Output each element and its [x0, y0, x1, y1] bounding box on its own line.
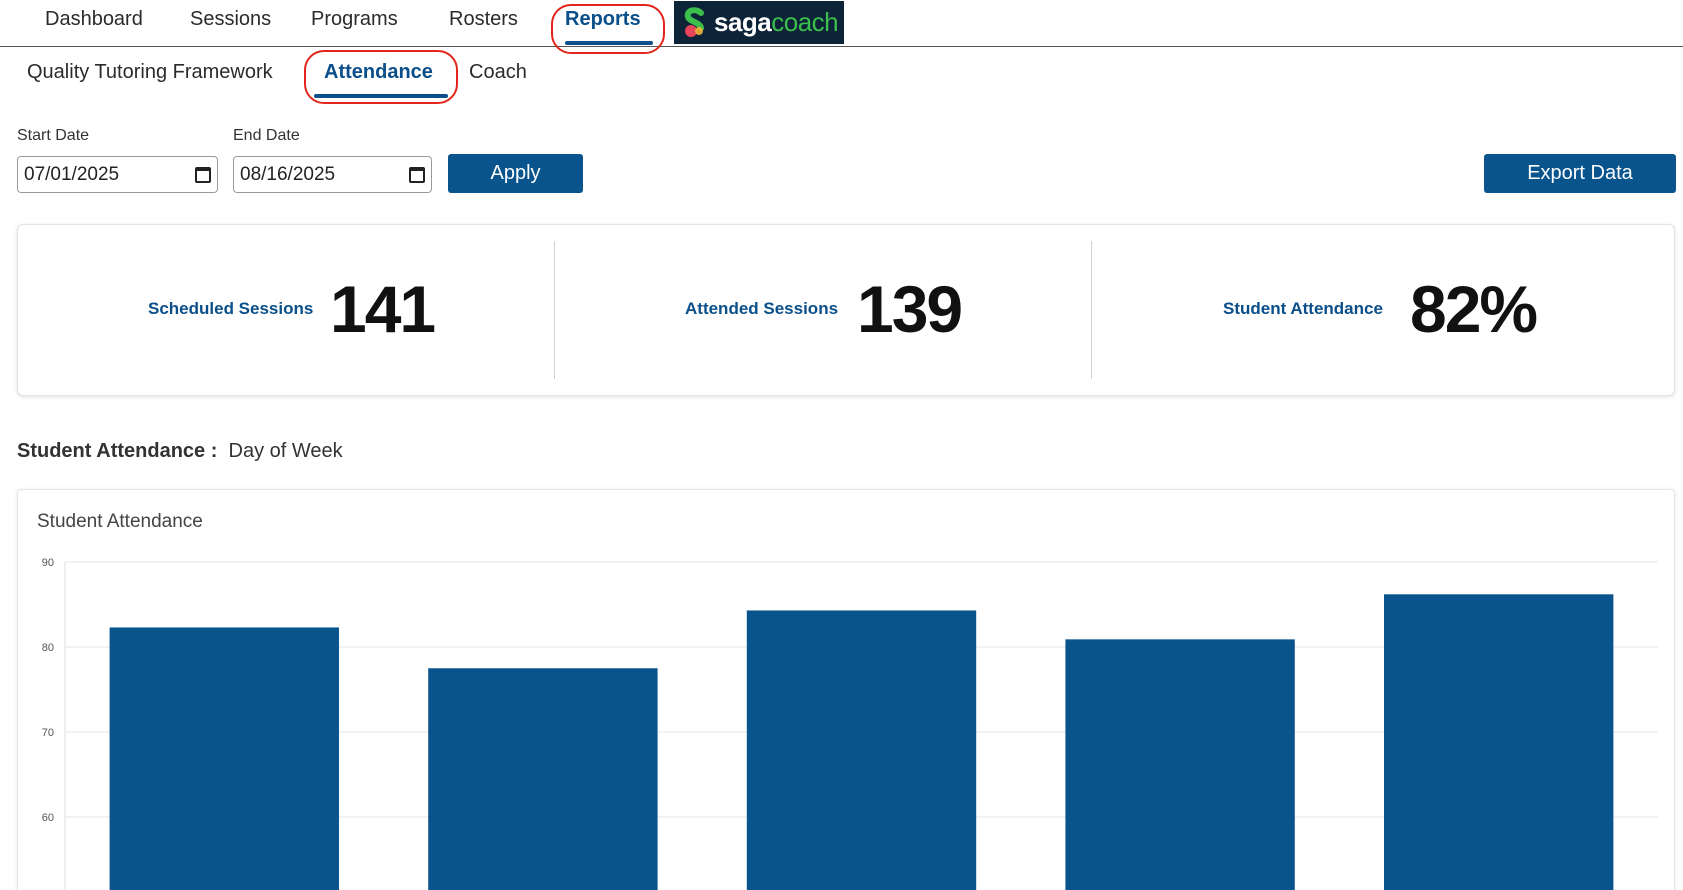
nav-dashboard[interactable]: Dashboard: [45, 8, 143, 31]
student-attendance-label: Student Attendance: [1223, 299, 1383, 318]
top-nav: Dashboard Sessions Programs Rosters Repo…: [0, 0, 1683, 47]
y-tick-label: 60: [42, 812, 54, 824]
attended-sessions-value: 139: [857, 272, 963, 346]
section-title: Student Attendance : Day of Week: [17, 440, 343, 463]
saga-mark-icon: [682, 6, 708, 39]
tab-coach[interactable]: Coach: [469, 61, 527, 84]
start-date-label: Start Date: [17, 127, 90, 144]
nav-programs[interactable]: Programs: [311, 8, 398, 31]
tab-active-indicator: [314, 94, 448, 98]
kpi-summary-card: Scheduled Sessions 141 Attended Sessions…: [17, 224, 1675, 396]
student-attendance-value: 82%: [1410, 272, 1538, 346]
end-date-input[interactable]: 08/16/2025: [233, 156, 432, 193]
scheduled-sessions-label: Scheduled Sessions: [148, 299, 314, 318]
calendar-icon[interactable]: [195, 166, 211, 183]
y-tick-label: 80: [42, 642, 54, 654]
logo-text-saga: saga: [714, 7, 772, 37]
chart-bar[interactable]: [746, 610, 977, 890]
chart-bar[interactable]: [1384, 594, 1614, 890]
export-data-button[interactable]: Export Data: [1484, 154, 1676, 193]
nav-rosters[interactable]: Rosters: [449, 8, 518, 31]
y-tick-label: 70: [42, 727, 54, 739]
calendar-icon[interactable]: [409, 166, 425, 183]
chart-bar[interactable]: [109, 627, 339, 890]
attendance-bar-chart: 60 70 80 90: [42, 557, 1658, 890]
tab-attendance[interactable]: Attendance: [324, 61, 433, 84]
start-date-input[interactable]: 07/01/2025: [17, 156, 218, 193]
chart-bar[interactable]: [1065, 639, 1295, 890]
logo-text-coach: coach: [771, 7, 839, 37]
sagacoach-logo[interactable]: saga coach: [674, 1, 844, 44]
chart-bar[interactable]: [428, 668, 658, 890]
end-date-value: 08/16/2025: [240, 163, 336, 185]
kpi-divider: [1091, 241, 1092, 379]
scheduled-sessions-value: 141: [330, 272, 436, 346]
section-title-label: Student Attendance :: [17, 440, 218, 462]
attended-sessions-label: Attended Sessions: [685, 299, 839, 318]
attendance-chart-card: Student Attendance 60 70 80 90: [17, 489, 1675, 890]
nav-sessions[interactable]: Sessions: [190, 8, 271, 31]
apply-button[interactable]: Apply: [448, 154, 583, 193]
y-tick-label: 90: [42, 557, 54, 569]
nav-active-indicator: [565, 41, 653, 45]
nav-reports[interactable]: Reports: [565, 8, 641, 31]
tab-quality-tutoring-framework[interactable]: Quality Tutoring Framework: [27, 61, 273, 84]
end-date-label: End Date: [233, 127, 300, 144]
start-date-value: 07/01/2025: [24, 163, 120, 185]
section-title-dimension: Day of Week: [228, 440, 343, 462]
kpi-divider: [554, 241, 555, 379]
